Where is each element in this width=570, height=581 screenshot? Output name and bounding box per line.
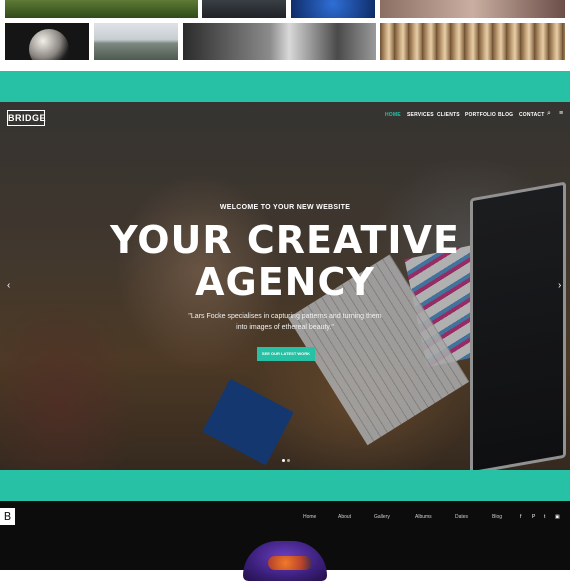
dark-nav-dates[interactable]: Dates <box>455 514 468 520</box>
slider-prev-arrow-icon[interactable]: ‹ <box>7 280 10 291</box>
bridge-logo[interactable]: BRIDGE <box>7 110 46 126</box>
gallery-thumb-sphere[interactable] <box>5 23 89 60</box>
hat-photo-detail <box>268 556 312 570</box>
menu-icon[interactable]: ≡ <box>559 110 563 117</box>
gallery-thumb-landscape[interactable] <box>5 0 198 18</box>
teal-band-top <box>0 71 570 102</box>
hero-quote-line2: into images of ethereal beauty." <box>236 324 334 331</box>
dark-nav-about[interactable]: About <box>338 514 351 520</box>
b-logo[interactable]: B <box>0 508 15 525</box>
dark-nav-blog[interactable]: Blog <box>492 514 502 520</box>
pinterest-icon[interactable]: P <box>532 514 535 520</box>
slider-dot[interactable] <box>287 459 290 462</box>
gallery-thumb-portrait-blue[interactable] <box>291 0 375 18</box>
dark-nav-home[interactable]: Home <box>303 514 316 520</box>
hero-title-line1: YOUR CREATIVE <box>110 218 460 262</box>
gallery-thumb-bw-portrait[interactable] <box>183 23 376 60</box>
facebook-icon[interactable]: f <box>520 514 521 520</box>
nav-clients[interactable]: CLIENTS <box>437 112 460 118</box>
hero-quote-line1: "Lars Focke specialises in capturing pat… <box>188 313 382 320</box>
hero-title-line2: AGENCY <box>195 260 375 304</box>
dark-nav-albums[interactable]: Albums <box>415 514 432 520</box>
twitter-icon[interactable]: t <box>544 514 545 520</box>
gallery-thumb-dark[interactable] <box>202 0 286 18</box>
slider-dot-active[interactable] <box>282 459 285 462</box>
hero-quote: "Lars Focke specialises in capturing pat… <box>185 311 385 333</box>
hero-eyebrow: WELCOME TO YOUR NEW WEBSITE <box>219 204 351 211</box>
nav-portfolio[interactable]: PORTFOLIO <box>465 112 496 118</box>
nav-blog[interactable]: BLOG <box>498 112 513 118</box>
nav-services[interactable]: SERVICES <box>407 112 434 118</box>
teal-band-bottom <box>0 470 570 501</box>
instagram-icon[interactable]: ▣ <box>555 514 560 520</box>
see-latest-work-button[interactable]: SEE OUR LATEST WORK <box>257 347 315 361</box>
dark-nav-gallery[interactable]: Gallery <box>374 514 390 520</box>
nav-home[interactable]: HOME <box>385 112 401 118</box>
gallery-thumb-mountains[interactable] <box>94 23 178 60</box>
search-icon[interactable]: ⌕ <box>547 110 551 118</box>
gallery-thumb-wood-waves[interactable] <box>380 23 565 60</box>
nav-contact[interactable]: CONTACT <box>519 112 544 118</box>
gallery-thumb-portrait[interactable] <box>380 0 565 18</box>
slider-next-arrow-icon[interactable]: › <box>558 280 561 291</box>
